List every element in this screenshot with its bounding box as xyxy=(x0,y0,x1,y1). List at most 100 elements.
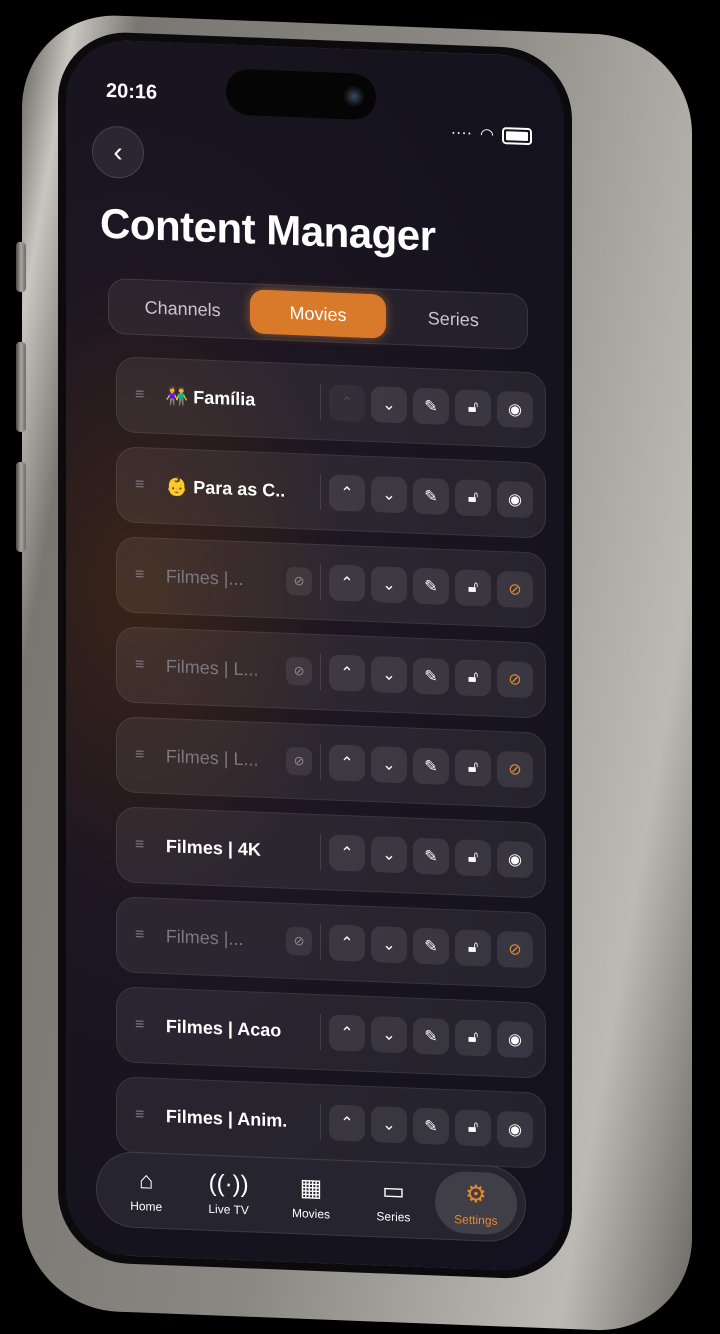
row-actions: ⌃ ⌄ ✎ 🔓︎ ⊘ xyxy=(329,654,533,699)
drag-handle-icon[interactable]: ≡ xyxy=(135,746,150,765)
lock-button[interactable]: 🔓︎ xyxy=(455,1019,491,1057)
drag-handle-icon[interactable]: ≡ xyxy=(135,656,150,675)
tabbar-movies[interactable]: ▦ Movies xyxy=(270,1164,352,1229)
edit-button[interactable]: ✎ xyxy=(413,1107,449,1146)
chevron-left-icon: ‹ xyxy=(113,136,123,168)
drag-handle-icon[interactable]: ≡ xyxy=(135,1106,150,1125)
lock-button[interactable]: 🔓︎ xyxy=(455,1109,491,1147)
back-button[interactable]: ‹ xyxy=(92,125,144,180)
edit-button[interactable]: ✎ xyxy=(413,837,449,876)
divider xyxy=(320,384,321,421)
divider xyxy=(320,1104,321,1141)
tabbar-label: Movies xyxy=(292,1205,331,1221)
edit-button[interactable]: ✎ xyxy=(413,1017,449,1056)
move-down-button[interactable]: ⌄ xyxy=(371,836,407,874)
divider xyxy=(320,744,321,781)
divider xyxy=(320,564,321,601)
edit-button[interactable]: ✎ xyxy=(413,387,449,426)
battery-icon xyxy=(502,126,532,145)
tab-movies[interactable]: Movies xyxy=(250,289,386,339)
lock-button[interactable]: 🔓︎ xyxy=(455,569,491,607)
edit-button[interactable]: ✎ xyxy=(413,567,449,606)
row-actions: ⌃ ⌄ ✎ 🔓︎ ◉ xyxy=(329,474,533,519)
move-up-button[interactable]: ⌃ xyxy=(329,924,365,962)
eye-slash-icon[interactable]: ⊘ xyxy=(497,930,533,969)
list-item[interactable]: ≡ 👶 Para as C... ⌃ ⌄ ✎ 🔓︎ ◉ xyxy=(116,446,546,539)
status-icons: ···· ◠ xyxy=(451,123,532,146)
lock-button[interactable]: 🔓︎ xyxy=(455,929,491,967)
lock-button[interactable]: 🔓︎ xyxy=(455,659,491,697)
move-down-button[interactable]: ⌄ xyxy=(371,1106,407,1144)
edit-button[interactable]: ✎ xyxy=(413,747,449,786)
tabbar-label: Series xyxy=(376,1208,411,1225)
drag-handle-icon[interactable]: ≡ xyxy=(135,476,150,495)
move-up-button[interactable]: ⌃ xyxy=(329,474,365,512)
drag-handle-icon[interactable]: ≡ xyxy=(135,566,150,585)
segmented-control: Channels Movies Series xyxy=(108,277,528,351)
move-down-button[interactable]: ⌄ xyxy=(371,926,407,964)
row-actions: ⌃ ⌄ ✎ 🔓︎ ◉ xyxy=(329,1104,533,1149)
screen: 20:16 ···· ◠ ‹ Content Manager Channels … xyxy=(58,30,572,1281)
move-down-button[interactable]: ⌄ xyxy=(371,476,407,514)
film-icon: ▦ xyxy=(299,1173,323,1202)
move-down-button[interactable]: ⌄ xyxy=(371,1016,407,1054)
list-item[interactable]: ≡ 👫 Família ⌃ ⌄ ✎ 🔓︎ ◉ xyxy=(116,356,546,449)
edit-button[interactable]: ✎ xyxy=(413,927,449,966)
eye-icon[interactable]: ◉ xyxy=(497,480,533,519)
action-button xyxy=(16,241,26,293)
move-up-button[interactable]: ⌃ xyxy=(329,834,365,872)
eye-slash-icon[interactable]: ⊘ xyxy=(497,750,533,789)
lock-button[interactable]: 🔓︎ xyxy=(455,479,491,517)
move-up-button[interactable]: ⌃ xyxy=(329,744,365,782)
move-up-button[interactable]: ⌃ xyxy=(329,654,365,692)
lock-button[interactable]: 🔓︎ xyxy=(455,749,491,787)
list-item[interactable]: ≡ Filmes | L... ⊘ ⌃ ⌄ ✎ 🔓︎ ⊘ xyxy=(116,626,546,719)
move-down-button[interactable]: ⌄ xyxy=(371,386,407,424)
home-icon: ⌂ xyxy=(138,1167,154,1195)
list-item[interactable]: ≡ Filmes | 4K ⌃ ⌄ ✎ 🔓︎ ◉ xyxy=(116,806,546,899)
move-up-button[interactable]: ⌃ xyxy=(329,1104,365,1142)
hidden-eye-slash-icon: ⊘ xyxy=(286,926,313,956)
edit-button[interactable]: ✎ xyxy=(413,477,449,516)
edit-button[interactable]: ✎ xyxy=(413,657,449,696)
move-up-button[interactable]: ⌃ xyxy=(329,384,365,422)
list-item[interactable]: ≡ Filmes |... ⊘ ⌃ ⌄ ✎ 🔓︎ ⊘ xyxy=(116,536,546,629)
row-name: 👫 Família xyxy=(165,385,256,410)
drag-handle-icon[interactable]: ≡ xyxy=(135,386,150,405)
lock-button[interactable]: 🔓︎ xyxy=(455,389,491,427)
move-up-button[interactable]: ⌃ xyxy=(329,1014,365,1052)
eye-slash-icon[interactable]: ⊘ xyxy=(497,570,533,609)
tab-channels[interactable]: Channels xyxy=(115,284,250,333)
eye-icon[interactable]: ◉ xyxy=(497,1110,533,1149)
wifi-icon: ◠ xyxy=(480,126,494,144)
eye-icon[interactable]: ◉ xyxy=(497,390,533,429)
tabbar-settings[interactable]: ⚙ Settings xyxy=(434,1170,518,1236)
tabbar-live-tv[interactable]: ((·)) Live TV xyxy=(187,1161,269,1226)
antenna-icon: ((·)) xyxy=(208,1169,249,1199)
eye-slash-icon[interactable]: ⊘ xyxy=(497,660,533,699)
tabbar-home[interactable]: ⌂ Home xyxy=(105,1158,187,1223)
row-name: Filmes |... xyxy=(165,925,244,949)
list-item[interactable]: ≡ Filmes | Acao ⌃ ⌄ ✎ 🔓︎ ◉ xyxy=(116,986,546,1079)
list-item[interactable]: ≡ Filmes | L... ⊘ ⌃ ⌄ ✎ 🔓︎ ⊘ xyxy=(116,716,546,809)
drag-handle-icon[interactable]: ≡ xyxy=(135,926,150,945)
tabbar-series[interactable]: ▭ Series xyxy=(352,1167,434,1232)
move-up-button[interactable]: ⌃ xyxy=(329,564,365,602)
eye-icon[interactable]: ◉ xyxy=(497,1020,533,1059)
row-name: Filmes | L... xyxy=(165,745,259,770)
lock-button[interactable]: 🔓︎ xyxy=(455,839,491,877)
divider xyxy=(320,654,321,691)
drag-handle-icon[interactable]: ≡ xyxy=(135,836,150,855)
camera-icon xyxy=(344,85,364,107)
row-actions: ⌃ ⌄ ✎ 🔓︎ ◉ xyxy=(329,384,533,429)
tab-series[interactable]: Series xyxy=(386,295,521,344)
move-down-button[interactable]: ⌄ xyxy=(371,746,407,784)
row-name: Filmes | L... xyxy=(165,655,259,680)
eye-icon[interactable]: ◉ xyxy=(497,840,533,879)
drag-handle-icon[interactable]: ≡ xyxy=(135,1016,150,1035)
category-list: ≡ 👫 Família ⌃ ⌄ ✎ 🔓︎ ◉ ≡ 👶 Para as C... ⌃ ⌄ ✎ 🔓︎ ◉ ≡ Fi… xyxy=(116,356,546,1183)
hidden-eye-slash-icon: ⊘ xyxy=(286,566,313,596)
move-down-button[interactable]: ⌄ xyxy=(371,566,407,604)
move-down-button[interactable]: ⌄ xyxy=(371,656,407,694)
list-item[interactable]: ≡ Filmes |... ⊘ ⌃ ⌄ ✎ 🔓︎ ⊘ xyxy=(116,896,546,989)
